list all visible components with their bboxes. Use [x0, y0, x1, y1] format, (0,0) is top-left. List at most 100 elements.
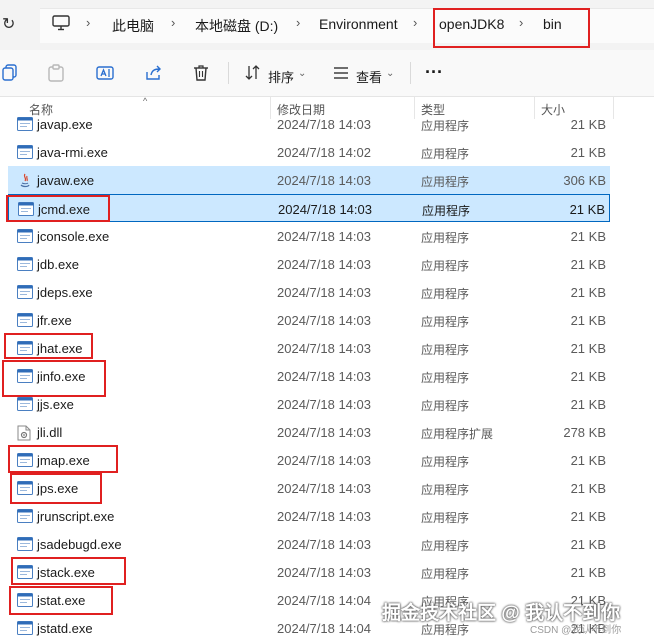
- file-name: jli.dll: [37, 425, 63, 440]
- file-date: 2024/7/18 14:03: [277, 229, 371, 244]
- chevron-down-icon[interactable]: ⌄: [386, 68, 394, 79]
- file-type: 应用程序: [421, 371, 470, 385]
- exe-icon: [17, 509, 33, 528]
- file-row[interactable]: jconsole.exe 2024/7/18 14:03 应用程序 21 KB: [8, 222, 610, 250]
- file-size: 278 KB: [563, 425, 606, 440]
- file-size: 21 KB: [570, 285, 606, 300]
- file-size: 306 KB: [563, 173, 606, 188]
- file-name: jjs.exe: [37, 397, 74, 412]
- refresh-icon[interactable]: ↻: [2, 14, 15, 34]
- annotation-box-jstack: [11, 557, 126, 585]
- file-date: 2024/7/18 14:03: [277, 285, 371, 300]
- chevron-down-icon[interactable]: ⌄: [298, 68, 306, 79]
- delete-icon[interactable]: [193, 64, 209, 82]
- file-name: jdeps.exe: [37, 285, 93, 300]
- file-date: 2024/7/18 14:03: [277, 369, 371, 384]
- file-type: 应用程序: [421, 259, 470, 273]
- file-size: 21 KB: [570, 341, 606, 356]
- file-row[interactable]: jfr.exe 2024/7/18 14:03 应用程序 21 KB: [8, 306, 610, 334]
- file-size: 21 KB: [570, 397, 606, 412]
- file-date: 2024/7/18 14:03: [277, 537, 371, 552]
- file-name: jdb.exe: [37, 257, 79, 272]
- annotation-box-jhat: [4, 333, 93, 359]
- file-type: 应用程序: [421, 231, 470, 245]
- toolbar-divider: [228, 62, 229, 84]
- file-name: jconsole.exe: [37, 229, 110, 244]
- exe-icon: [17, 621, 33, 640]
- view-button[interactable]: 查看: [356, 67, 382, 86]
- breadcrumb-environment[interactable]: Environment: [319, 16, 398, 32]
- file-row[interactable]: jrunscript.exe 2024/7/18 14:03 应用程序 21 KB: [8, 502, 610, 530]
- view-icon[interactable]: [333, 64, 349, 82]
- file-name: javaw.exe: [37, 173, 95, 188]
- sort-icon[interactable]: [244, 64, 262, 82]
- file-name: javap.exe: [37, 117, 93, 132]
- file-date: 2024/7/18 14:03: [277, 565, 371, 580]
- file-date: 2024/7/18 14:03: [278, 202, 372, 217]
- chevron-right-icon[interactable]: ›: [171, 15, 175, 30]
- chevron-right-icon[interactable]: ›: [296, 15, 300, 30]
- file-row[interactable]: jdeps.exe 2024/7/18 14:03 应用程序 21 KB: [8, 278, 610, 306]
- file-date: 2024/7/18 14:03: [277, 509, 371, 524]
- rename-icon[interactable]: [96, 64, 114, 82]
- file-date: 2024/7/18 14:03: [277, 425, 371, 440]
- file-type: 应用程序: [421, 343, 470, 357]
- file-type: 应用程序扩展: [421, 427, 494, 441]
- annotation-box-jinfo: [2, 360, 106, 397]
- file-row[interactable]: jdb.exe 2024/7/18 14:03 应用程序 21 KB: [8, 250, 610, 278]
- toolbar-divider: [410, 62, 411, 84]
- file-date: 2024/7/18 14:03: [277, 173, 371, 188]
- file-size: 21 KB: [569, 202, 605, 217]
- file-row[interactable]: java-rmi.exe 2024/7/18 14:02 应用程序 21 KB: [8, 138, 610, 166]
- file-size: 21 KB: [570, 145, 606, 160]
- file-date: 2024/7/18 14:04: [277, 621, 371, 636]
- file-type: 应用程序: [421, 175, 470, 189]
- annotation-box-jmap: [8, 445, 118, 473]
- annotation-box-jcmd: [6, 195, 110, 222]
- file-type: 应用程序: [421, 539, 470, 553]
- file-size: 21 KB: [570, 537, 606, 552]
- annotation-box-jps: [10, 473, 102, 504]
- dll-icon: [17, 425, 31, 446]
- file-type: 应用程序: [421, 119, 470, 133]
- file-date: 2024/7/18 14:03: [277, 313, 371, 328]
- file-size: 21 KB: [570, 229, 606, 244]
- file-date: 2024/7/18 14:03: [277, 481, 371, 496]
- file-type: 应用程序: [421, 511, 470, 525]
- file-size: 21 KB: [570, 481, 606, 496]
- paste-icon[interactable]: [48, 64, 64, 82]
- breadcrumb-drive-d[interactable]: 本地磁盘 (D:): [195, 16, 278, 36]
- breadcrumb-this-pc[interactable]: 此电脑: [112, 16, 154, 36]
- chevron-right-icon[interactable]: ›: [413, 15, 417, 30]
- file-size: 21 KB: [570, 453, 606, 468]
- file-row[interactable]: jsadebugd.exe 2024/7/18 14:03 应用程序 21 KB: [8, 530, 610, 558]
- file-name: java-rmi.exe: [37, 145, 108, 160]
- file-type: 应用程序: [421, 315, 470, 329]
- java-icon: [17, 173, 33, 194]
- file-type: 应用程序: [422, 204, 471, 218]
- file-size: 21 KB: [570, 313, 606, 328]
- more-options-button[interactable]: ···: [425, 62, 443, 83]
- file-date: 2024/7/18 14:03: [277, 257, 371, 272]
- file-row[interactable]: javaw.exe 2024/7/18 14:03 应用程序 306 KB: [8, 166, 610, 194]
- share-icon[interactable]: [145, 64, 163, 82]
- file-type: 应用程序: [421, 287, 470, 301]
- copy-icon[interactable]: [2, 64, 18, 82]
- exe-icon: [17, 145, 33, 164]
- this-pc-icon[interactable]: [52, 15, 70, 31]
- file-type: 应用程序: [421, 399, 470, 413]
- file-size: 21 KB: [570, 117, 606, 132]
- file-row[interactable]: jhat.exe 2024/7/18 14:03 应用程序 21 KB: [8, 334, 610, 362]
- file-name: jfr.exe: [37, 313, 72, 328]
- chevron-right-icon[interactable]: ›: [86, 15, 90, 30]
- file-type: 应用程序: [421, 455, 470, 469]
- file-row[interactable]: jli.dll 2024/7/18 14:03 应用程序扩展 278 KB: [8, 418, 610, 446]
- sort-button[interactable]: 排序: [268, 67, 294, 86]
- file-size: 21 KB: [570, 509, 606, 524]
- exe-icon: [17, 229, 33, 248]
- file-type: 应用程序: [421, 147, 470, 161]
- file-date: 2024/7/18 14:04: [277, 593, 371, 608]
- file-row[interactable]: javap.exe 2024/7/18 14:03 应用程序 21 KB: [8, 110, 610, 138]
- file-date: 2024/7/18 14:03: [277, 453, 371, 468]
- exe-icon: [17, 117, 33, 136]
